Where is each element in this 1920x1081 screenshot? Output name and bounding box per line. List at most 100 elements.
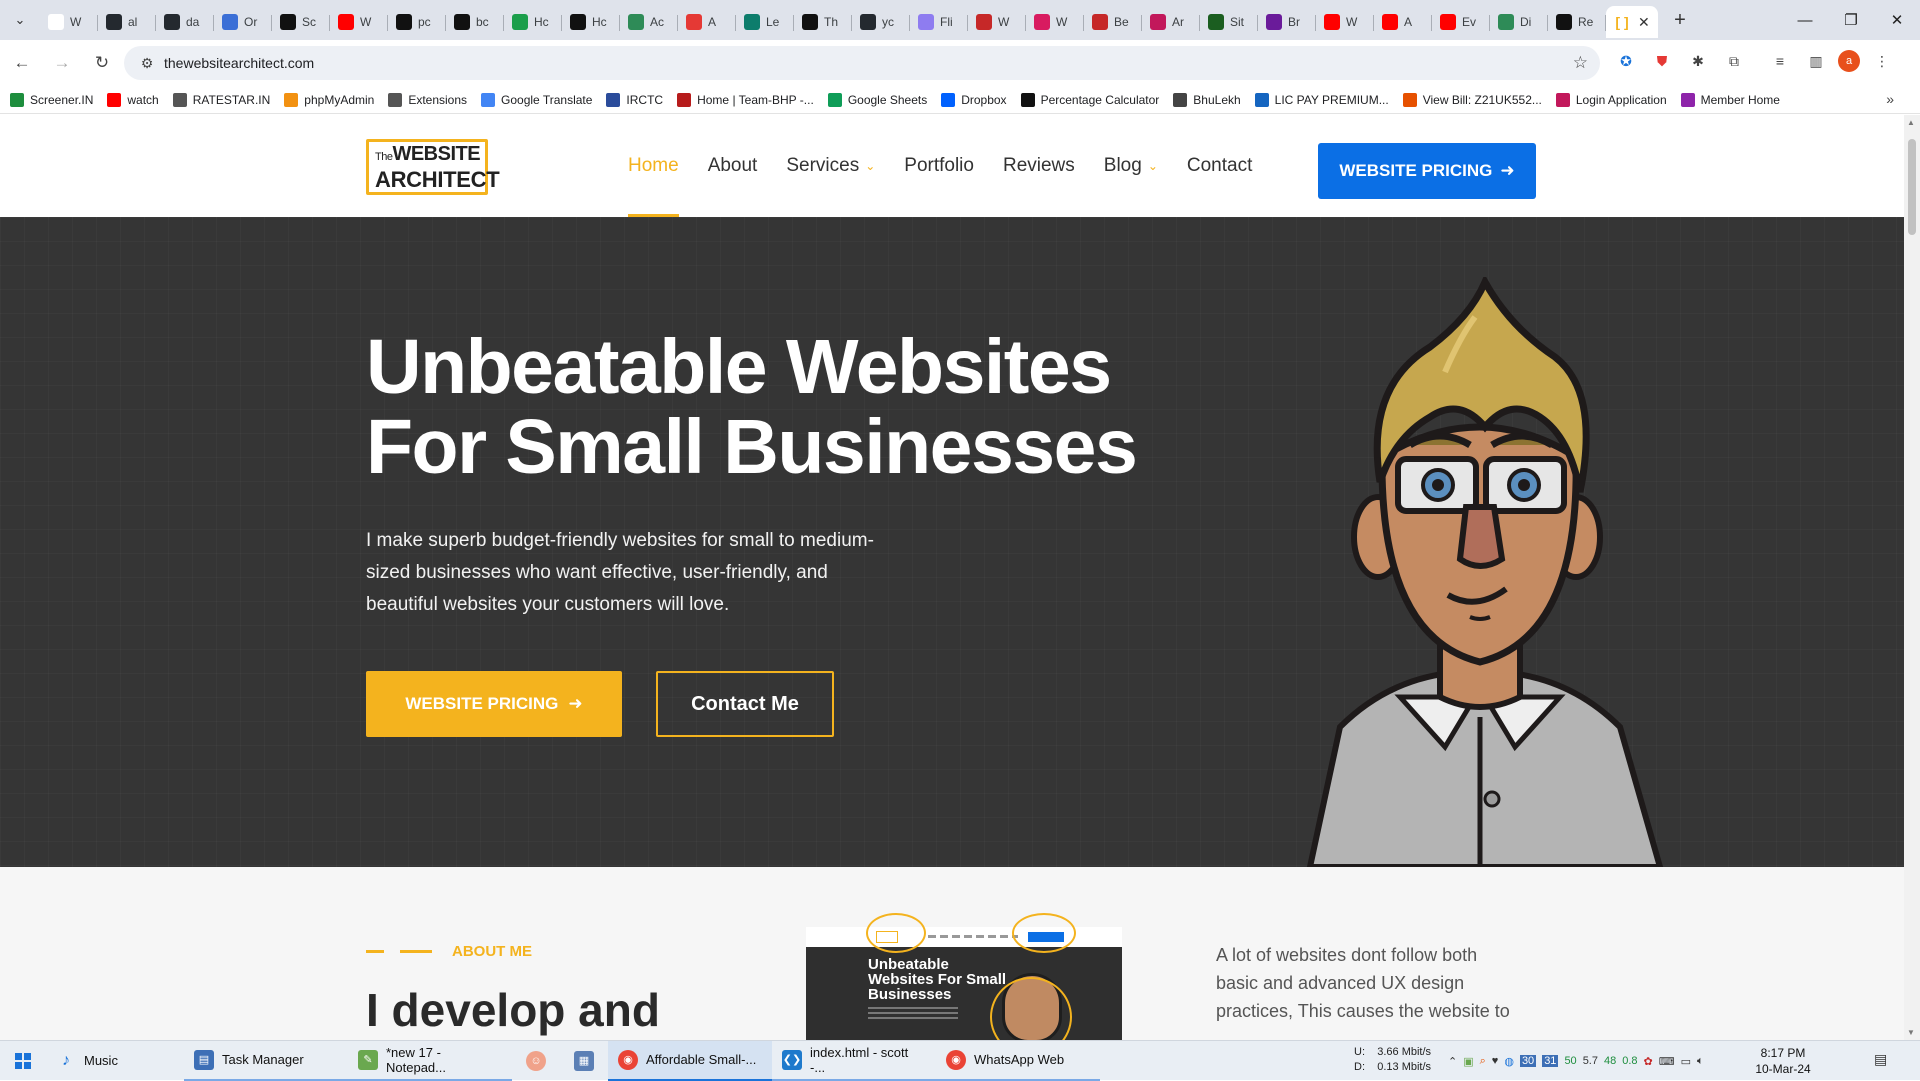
browser-tab[interactable]: Or — [214, 6, 272, 38]
bookmark-item[interactable]: Login Application — [1555, 92, 1667, 107]
taskbar-app-pinned[interactable]: ☺ — [512, 1041, 560, 1081]
chevron-more-icon[interactable]: » — [1886, 91, 1894, 107]
nav-item-blog[interactable]: Blog ⌄ — [1104, 115, 1158, 217]
hero-pricing-button[interactable]: WEBSITE PRICING ➜ — [366, 671, 622, 737]
browser-tab[interactable]: Hc — [562, 6, 620, 38]
globe-icon[interactable]: ◍ — [1504, 1055, 1514, 1068]
nav-item-contact[interactable]: Contact — [1187, 115, 1252, 217]
browser-tab[interactable]: Le — [736, 6, 794, 38]
nav-item-about[interactable]: About — [708, 115, 758, 217]
site-info-icon[interactable]: ⚙ — [132, 55, 162, 72]
browser-tab[interactable]: Ev — [1432, 6, 1490, 38]
nav-item-reviews[interactable]: Reviews — [1003, 115, 1075, 217]
network-icon[interactable]: ▭ — [1681, 1055, 1691, 1068]
scroll-up-icon[interactable]: ▲ — [1907, 118, 1915, 127]
browser-tab[interactable]: Ac — [620, 6, 678, 38]
volume-icon[interactable]: 🔈︎ — [1697, 1055, 1704, 1068]
close-tab-icon[interactable]: ✕ — [1638, 14, 1650, 31]
taskbar-app-music[interactable]: ♪ Music — [46, 1041, 184, 1081]
notification-icon[interactable]: ▤ — [1874, 1051, 1887, 1068]
nav-item-services[interactable]: Services ⌄ — [786, 115, 875, 217]
browser-tab[interactable]: da — [156, 6, 214, 38]
taskbar-app-chrome[interactable]: ◉ Affordable Small-... — [608, 1040, 772, 1081]
extension-icon[interactable]: ✪ — [1612, 47, 1640, 75]
side-panel-icon[interactable]: ▥ — [1802, 47, 1830, 75]
bookmark-item[interactable]: View Bill: Z21UK552... — [1402, 92, 1542, 107]
bookmark-item[interactable]: Percentage Calculator — [1020, 92, 1159, 107]
bookmark-star-icon[interactable]: ☆ — [1573, 53, 1588, 73]
browser-tab[interactable]: W — [968, 6, 1026, 38]
bookmark-item[interactable]: Screener.IN — [10, 92, 93, 107]
contact-me-button[interactable]: Contact Me — [656, 671, 834, 737]
browser-tab[interactable]: A — [678, 6, 736, 38]
url-text[interactable]: thewebsitearchitect.com — [164, 55, 314, 71]
bookmark-item[interactable]: Dropbox — [941, 92, 1007, 107]
browser-tab[interactable]: pc — [388, 6, 446, 38]
bookmark-item[interactable]: Google Translate — [481, 92, 592, 107]
page-scrollbar[interactable]: ▲ ▼ — [1904, 115, 1920, 1040]
header-pricing-button[interactable]: WEBSITE PRICING ➜ — [1318, 143, 1536, 199]
puzzle-icon[interactable]: ⧉ — [1720, 47, 1748, 75]
browser-tab[interactable]: yc — [852, 6, 910, 38]
extension-icon[interactable]: ✱ — [1684, 47, 1712, 75]
menu-icon[interactable]: ⋮ — [1868, 47, 1896, 75]
calendar-icon[interactable]: 31 — [1542, 1055, 1559, 1067]
tray-app-icon[interactable]: ♥ — [1492, 1055, 1499, 1067]
bookmark-item[interactable]: RATESTAR.IN — [172, 92, 270, 107]
start-button[interactable] — [0, 1041, 46, 1081]
browser-tab[interactable]: Br — [1258, 6, 1316, 38]
address-bar[interactable]: ⚙ thewebsitearchitect.com ☆ — [124, 46, 1600, 80]
bookmark-item[interactable]: IRCTC — [606, 92, 663, 107]
avatar[interactable]: a — [1838, 50, 1860, 72]
browser-tab[interactable]: Be — [1084, 6, 1142, 38]
keyboard-icon[interactable]: ⌨ — [1659, 1055, 1675, 1068]
nav-item-home[interactable]: Home — [628, 115, 679, 217]
close-window-icon[interactable]: ✕ — [1874, 0, 1920, 40]
taskbar-app-task-manager[interactable]: ▤ Task Manager — [184, 1041, 348, 1081]
taskbar-app-vscode[interactable]: ❮❯ index.html - scott -... — [772, 1041, 936, 1081]
browser-tab[interactable]: Re — [1548, 6, 1606, 38]
bookmark-item[interactable]: Google Sheets — [827, 92, 927, 107]
scrollbar-thumb[interactable] — [1908, 139, 1916, 235]
browser-tab[interactable]: Sit — [1200, 6, 1258, 38]
bookmark-item[interactable]: LIC PAY PREMIUM... — [1254, 92, 1389, 107]
bookmark-item[interactable]: phpMyAdmin — [284, 92, 374, 107]
tray-app-icon[interactable]: ▣ — [1463, 1055, 1473, 1068]
bookmark-item[interactable]: watch — [107, 92, 159, 107]
nav-item-portfolio[interactable]: Portfolio — [904, 115, 974, 217]
bookmark-item[interactable]: Member Home — [1680, 92, 1780, 107]
bookmark-item[interactable]: Extensions — [388, 92, 467, 107]
browser-tab[interactable]: Hc — [504, 6, 562, 38]
reload-button[interactable]: ↻ — [84, 45, 120, 81]
restore-icon[interactable]: ❐ — [1828, 0, 1874, 40]
minimize-icon[interactable]: — — [1782, 0, 1828, 40]
browser-tab-active[interactable]: [ ] ✕ — [1606, 6, 1658, 38]
taskbar-app-notepad[interactable]: ✎ *new 17 - Notepad... — [348, 1041, 512, 1081]
media-icon[interactable]: ≡ — [1766, 47, 1794, 75]
browser-tab[interactable]: Sc — [272, 6, 330, 38]
new-tab-button[interactable]: + — [1662, 4, 1698, 36]
browser-tab[interactable]: W — [1026, 6, 1084, 38]
browser-tab[interactable]: W — [330, 6, 388, 38]
system-clock[interactable]: 8:17 PM 10-Mar-24 — [1748, 1045, 1818, 1077]
bookmark-item[interactable]: BhuLekh — [1173, 92, 1241, 107]
tray-app-icon[interactable]: ✿ — [1644, 1055, 1653, 1068]
taskbar-app-pinned[interactable]: ▦ — [560, 1041, 608, 1081]
back-button[interactable]: ← — [4, 45, 40, 81]
bookmark-item[interactable]: Home | Team-BHP -... — [677, 92, 814, 107]
site-logo[interactable]: TheWEBSITE ARCHITECT — [366, 139, 500, 195]
browser-tab[interactable]: bc — [446, 6, 504, 38]
browser-tab[interactable]: A — [1374, 6, 1432, 38]
chevron-up-icon[interactable]: ⌃ — [1448, 1055, 1457, 1068]
browser-tab[interactable]: Di — [1490, 6, 1548, 38]
search-icon[interactable]: ⌕ — [1480, 1055, 1486, 1068]
scroll-down-icon[interactable]: ▼ — [1907, 1028, 1915, 1037]
browser-tab[interactable]: Th — [794, 6, 852, 38]
browser-tab[interactable]: al — [98, 6, 156, 38]
calendar-icon[interactable]: 30 — [1519, 1055, 1537, 1067]
taskbar-app-whatsapp[interactable]: ◉ WhatsApp Web — [936, 1041, 1100, 1081]
browser-tab[interactable]: Fli — [910, 6, 968, 38]
forward-button[interactable]: → — [44, 45, 80, 81]
shield-icon[interactable]: ⛊ — [1648, 47, 1676, 75]
browser-tab[interactable]: W — [40, 6, 98, 38]
